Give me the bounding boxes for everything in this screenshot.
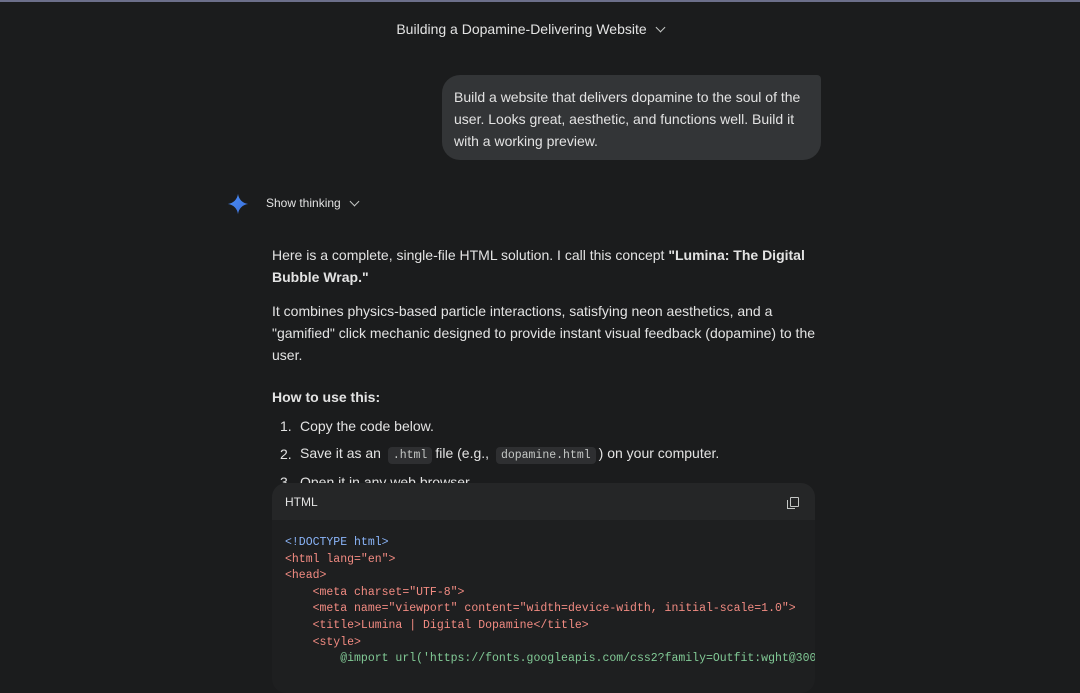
step-number: 2. xyxy=(280,446,292,462)
code-line: <html lang="en"> xyxy=(285,552,396,566)
code-block: HTML <!DOCTYPE html> <html lang="en"> <h… xyxy=(272,483,815,693)
inline-code: .html xyxy=(387,446,433,464)
user-message-text: Build a website that delivers dopamine t… xyxy=(454,89,801,149)
code-line: <head> xyxy=(285,569,327,583)
code-line: <!DOCTYPE html> xyxy=(285,536,389,549)
step-text-part: file (e.g., xyxy=(435,444,490,461)
conversation-header: Building a Dopamine-Delivering Website xyxy=(0,19,1080,39)
list-item: 1. Copy the code below. xyxy=(272,412,817,440)
response-description: It combines physics-based particle inter… xyxy=(272,303,816,363)
code-line: <style> xyxy=(285,635,361,649)
chevron-down-icon xyxy=(349,196,360,206)
show-thinking-label: Show thinking xyxy=(266,196,341,210)
conversation-title: Building a Dopamine-Delivering Website xyxy=(396,21,647,37)
step-text-part: ) on your computer. xyxy=(598,444,720,461)
inline-code: dopamine.html xyxy=(495,446,596,464)
copy-icon[interactable] xyxy=(785,494,801,510)
step-number: 1. xyxy=(280,418,292,434)
show-thinking-toggle[interactable]: Show thinking xyxy=(266,196,360,210)
response-intro: Here is a complete, single-file HTML sol… xyxy=(272,244,817,288)
step-text: Save it as an .html file (e.g., dopamine.… xyxy=(300,442,719,467)
code-line: <meta name="viewport" content="width=dev… xyxy=(285,602,796,616)
chevron-down-icon xyxy=(655,22,666,32)
list-item: 2. Save it as an .html file (e.g., dopami… xyxy=(272,440,817,468)
code-content[interactable]: <!DOCTYPE html> <html lang="en"> <head> … xyxy=(272,520,815,683)
user-message-bubble: Build a website that delivers dopamine t… xyxy=(442,75,821,160)
window-top-border xyxy=(0,0,1080,2)
code-language-label: HTML xyxy=(285,494,318,509)
code-line: @import url('https://fonts.googleapis.co… xyxy=(285,652,815,666)
conversation-title-dropdown[interactable]: Building a Dopamine-Delivering Website xyxy=(390,19,669,39)
step-text-part: Save it as an xyxy=(300,444,381,461)
code-line: <title>Lumina | Digital Dopamine</title> xyxy=(285,618,589,632)
how-to-heading: How to use this: xyxy=(272,389,381,405)
assistant-response: Here is a complete, single-file HTML sol… xyxy=(272,244,817,496)
step-text: Copy the code below. xyxy=(300,418,434,434)
code-line: <meta charset="UTF-8"> xyxy=(285,585,465,599)
gemini-sparkle-icon xyxy=(227,193,249,215)
intro-text: Here is a complete, single-file HTML sol… xyxy=(272,247,669,263)
code-block-header: HTML xyxy=(272,483,815,520)
